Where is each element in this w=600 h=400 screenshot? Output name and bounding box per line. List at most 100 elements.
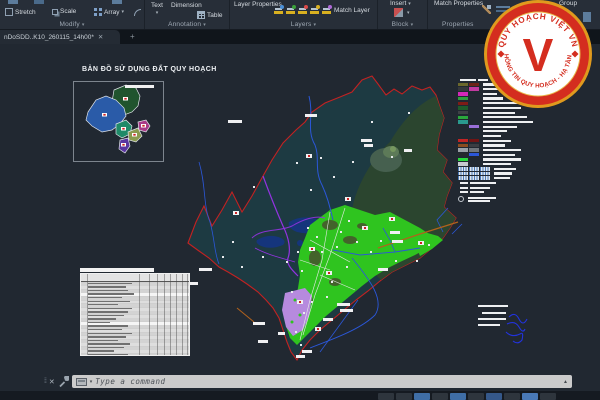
map-label bbox=[296, 355, 305, 358]
legend-color-swatch bbox=[469, 106, 479, 109]
legend-color-swatch bbox=[469, 102, 479, 105]
map-label bbox=[302, 350, 312, 353]
map-label bbox=[378, 268, 388, 271]
blue-signature bbox=[502, 311, 536, 345]
legend-hatch-swatch bbox=[458, 167, 468, 171]
quyhoach-vietvn-stamp: QUY HOẠCH VIỆT VN THÔNG TIN QUY HOẠCH - … bbox=[480, 0, 596, 112]
annotation-panel-label[interactable]: Annotation ▾ bbox=[145, 21, 229, 28]
map-label bbox=[305, 114, 317, 117]
legend-item bbox=[458, 134, 553, 138]
command-input[interactable]: ▾ Type a command ▲ bbox=[72, 375, 572, 388]
legend-text-bar bbox=[460, 191, 468, 193]
legend-text-bar bbox=[483, 163, 511, 165]
stretch-button[interactable]: Stretch bbox=[5, 8, 36, 16]
inset-scale-bar bbox=[125, 85, 154, 88]
legend-compass-icon bbox=[458, 196, 464, 202]
map-label bbox=[364, 144, 373, 147]
status-button[interactable] bbox=[450, 393, 466, 400]
legend-item bbox=[458, 172, 553, 176]
map-point-label bbox=[416, 260, 418, 262]
legend-color-swatch bbox=[469, 111, 479, 114]
legend-color-swatch bbox=[469, 125, 479, 128]
legend-hatch-swatch bbox=[469, 172, 479, 176]
legend-color-swatch bbox=[458, 153, 468, 156]
layer-iso-icon[interactable] bbox=[322, 6, 331, 14]
table-button[interactable]: Table bbox=[197, 11, 223, 19]
legend-item bbox=[458, 176, 553, 180]
command-caret-icon[interactable]: ▾ bbox=[90, 379, 93, 385]
legend-color-swatch bbox=[469, 162, 479, 165]
array-button[interactable]: Array ▾ bbox=[94, 8, 124, 16]
map-point-label bbox=[340, 231, 342, 233]
new-tab-icon[interactable]: + bbox=[130, 32, 135, 41]
match-layer-button[interactable]: Match Layer bbox=[334, 7, 370, 14]
command-drag-handle[interactable]: ⁞⁞ bbox=[44, 378, 46, 385]
block-panel-label[interactable]: Block ▾ bbox=[378, 21, 427, 28]
command-expand-icon[interactable]: ▲ bbox=[563, 379, 568, 385]
customize-wrench-icon[interactable] bbox=[58, 376, 69, 388]
legend-text-bar bbox=[460, 79, 476, 81]
dimension-button[interactable]: Dimension bbox=[171, 2, 202, 9]
legend-item bbox=[458, 162, 553, 166]
tab-close-icon[interactable]: ✕ bbox=[98, 33, 103, 41]
scale-button[interactable]: Scale bbox=[52, 8, 76, 15]
map-point-label bbox=[331, 281, 333, 283]
legend-text-bar bbox=[483, 135, 501, 137]
status-button[interactable] bbox=[432, 393, 448, 400]
layer-properties-button[interactable]: Layer Properties bbox=[234, 2, 268, 9]
status-button[interactable] bbox=[522, 393, 538, 400]
ribbon-panel-block: Insert ▾ ▾ Block ▾ bbox=[378, 0, 428, 29]
insert-button[interactable]: Insert ▾ bbox=[390, 0, 411, 7]
layer-on-icon[interactable] bbox=[274, 6, 283, 14]
legend-color-swatch bbox=[469, 97, 479, 100]
legend-text-bar bbox=[494, 172, 512, 174]
map-point-label bbox=[336, 246, 338, 248]
modify-panel-label[interactable]: Modify ▾ bbox=[0, 21, 144, 28]
legend-color-swatch bbox=[458, 111, 468, 114]
map-label bbox=[278, 332, 285, 335]
map-flag-label bbox=[326, 271, 332, 275]
status-button[interactable] bbox=[468, 393, 484, 400]
legend-color-swatch bbox=[458, 116, 468, 119]
fillet-icon[interactable] bbox=[134, 9, 141, 16]
map-point-label bbox=[253, 186, 255, 188]
legend-hatch-swatch bbox=[480, 172, 490, 176]
map-point-label bbox=[320, 157, 322, 159]
map-point-label bbox=[297, 251, 299, 253]
block-icon[interactable] bbox=[394, 8, 403, 17]
legend-item bbox=[458, 153, 553, 157]
legend-text-bar bbox=[470, 191, 484, 193]
table-header-row bbox=[81, 274, 189, 282]
legend-text-bar bbox=[483, 149, 521, 151]
status-button[interactable] bbox=[504, 393, 520, 400]
legend-color-swatch bbox=[458, 102, 468, 105]
cutoff-icon bbox=[8, 0, 18, 4]
status-button[interactable] bbox=[396, 393, 412, 400]
command-close-icon[interactable]: ✕ bbox=[49, 378, 55, 386]
status-button[interactable] bbox=[414, 393, 430, 400]
status-button[interactable] bbox=[486, 393, 502, 400]
layer-lock-icon[interactable] bbox=[298, 6, 307, 14]
scale-icon bbox=[52, 9, 58, 15]
layer-color-icon[interactable] bbox=[310, 6, 319, 14]
legend-hatch-swatch bbox=[469, 167, 479, 171]
legend-text-bar bbox=[460, 182, 468, 184]
drawing-tab-active[interactable]: nDoSDD..K10_260115_14h00* ✕ bbox=[0, 30, 120, 44]
inset-districts bbox=[74, 82, 163, 161]
match-properties-button[interactable]: Match Properties bbox=[434, 1, 474, 8]
map-point-label bbox=[222, 256, 224, 258]
status-button[interactable] bbox=[378, 393, 394, 400]
legend-text-bar bbox=[470, 182, 496, 184]
table-row bbox=[81, 304, 189, 307]
status-button[interactable] bbox=[540, 393, 556, 400]
planning-table-body bbox=[81, 283, 189, 356]
table-row bbox=[81, 290, 189, 293]
block-caret-icon[interactable]: ▾ bbox=[407, 10, 410, 16]
map-point-label bbox=[311, 301, 313, 303]
layer-freeze-icon[interactable] bbox=[286, 6, 295, 14]
text-button[interactable]: Text▾ bbox=[151, 3, 163, 16]
table-column-line bbox=[149, 274, 150, 355]
layers-panel-label[interactable]: Layers ▾ bbox=[230, 21, 377, 28]
table-column-line bbox=[176, 274, 177, 355]
recent-commands-icon[interactable] bbox=[76, 378, 87, 386]
